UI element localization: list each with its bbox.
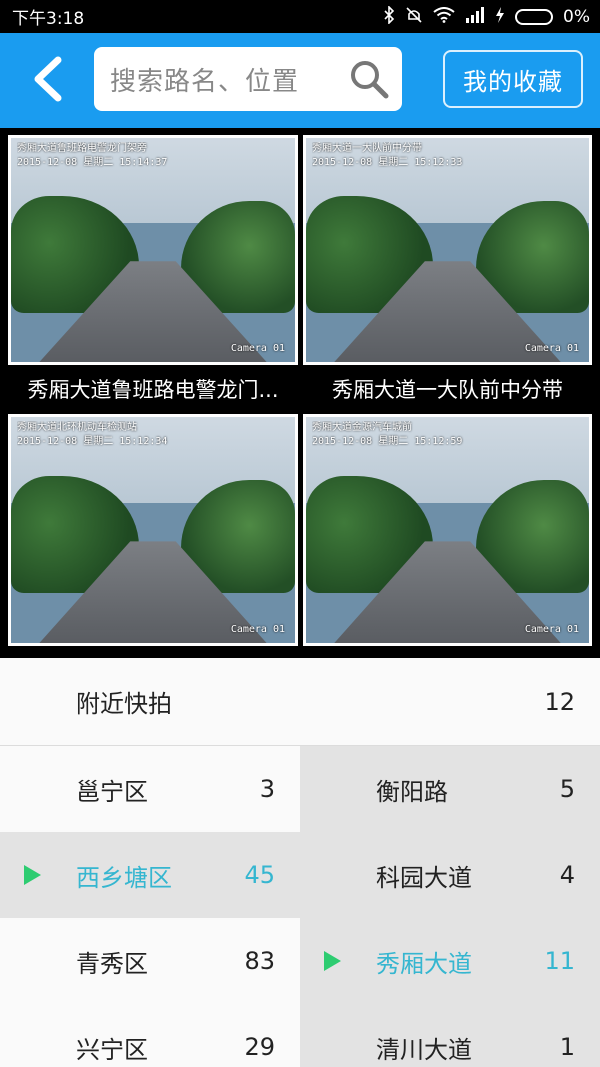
search-placeholder: 搜索路名、位置 (110, 66, 300, 97)
district-count: 3 (259, 775, 275, 803)
camera-id: Camera 01 (230, 624, 285, 635)
search-input[interactable]: 搜索路名、位置 (94, 47, 402, 111)
camera-grid: 秀厢大道鲁班路电警龙门架旁 2015-12-08 星期二 15:14:37 Ca… (0, 128, 600, 658)
silent-icon (405, 6, 423, 28)
camera-timestamp: 秀厢大道北环机动车检测站 2015-12-08 星期二 15:12:34 (17, 422, 168, 447)
district-item[interactable]: 邕宁区 3 (0, 746, 300, 832)
selected-arrow-icon (24, 865, 41, 885)
charging-icon (495, 6, 505, 27)
road-count: 4 (559, 861, 575, 889)
bluetooth-icon (383, 4, 395, 28)
district-item[interactable]: 青秀区 83 (0, 918, 300, 1004)
road-count: 1 (559, 1033, 575, 1061)
road-item[interactable]: 衡阳路 5 (300, 746, 600, 832)
district-count: 45 (244, 861, 275, 889)
camera-timestamp: 秀厢大道鲁班路电警龙门架旁 2015-12-08 星期二 15:14:37 (17, 143, 168, 168)
district-count: 83 (244, 947, 275, 975)
district-item-selected[interactable]: 西乡塘区 45 (0, 832, 300, 918)
camera-id: Camera 01 (524, 624, 579, 635)
road-list: 衡阳路 5 科园大道 4 秀厢大道 11 清川大道 1 (300, 746, 600, 1067)
road-label: 清川大道 (376, 1035, 472, 1064)
road-label: 科园大道 (376, 863, 472, 892)
back-button[interactable] (22, 51, 72, 107)
district-count: 29 (244, 1033, 275, 1061)
road-item[interactable]: 科园大道 4 (300, 832, 600, 918)
camera-thumbnail[interactable]: 秀厢大道一大队前中分带 2015-12-08 星期二 15:12:33 Came… (303, 135, 592, 365)
battery-icon (515, 8, 554, 25)
road-count: 11 (544, 947, 575, 975)
wifi-icon (433, 6, 455, 27)
signal-icon (465, 6, 485, 27)
camera-id: Camera 01 (230, 343, 285, 354)
camera-thumbnail[interactable]: 秀厢大道金源汽车城前 2015-12-08 星期二 15:12:59 Camer… (303, 414, 592, 646)
road-label: 秀厢大道 (376, 949, 472, 978)
camera-title[interactable]: 秀厢大道一大队前中分带 (303, 374, 592, 404)
location-filter: 附近快拍 12 邕宁区 3 西乡塘区 45 青秀区 83 兴宁区 29 衡阳路 … (0, 658, 600, 1067)
district-label: 邕宁区 (76, 777, 148, 806)
favorites-button[interactable]: 我的收藏 (443, 50, 583, 108)
camera-thumbnail[interactable]: 秀厢大道鲁班路电警龙门架旁 2015-12-08 星期二 15:14:37 Ca… (8, 135, 298, 365)
status-icons: 0% (383, 4, 590, 28)
battery-percentage: 0% (563, 6, 590, 27)
status-bar: 下午3:18 0% (0, 0, 600, 33)
district-label: 青秀区 (76, 949, 148, 978)
nearby-label: 附近快拍 (76, 690, 172, 718)
road-item-selected[interactable]: 秀厢大道 11 (300, 918, 600, 1004)
road-count: 5 (559, 775, 575, 803)
district-label: 西乡塘区 (76, 863, 172, 892)
road-item[interactable]: 清川大道 1 (300, 1004, 600, 1067)
district-label: 兴宁区 (76, 1035, 148, 1064)
search-icon[interactable] (348, 58, 390, 100)
road-label: 衡阳路 (376, 777, 448, 806)
nearby-count: 12 (544, 687, 575, 716)
camera-title[interactable]: 秀厢大道鲁班路电警龙门... (8, 374, 298, 404)
selected-arrow-icon (324, 951, 341, 971)
camera-timestamp: 秀厢大道金源汽车城前 2015-12-08 星期二 15:12:59 (312, 422, 463, 447)
camera-thumbnail[interactable]: 秀厢大道北环机动车检测站 2015-12-08 星期二 15:12:34 Cam… (8, 414, 298, 646)
status-time: 下午3:18 (12, 9, 85, 29)
camera-timestamp: 秀厢大道一大队前中分带 2015-12-08 星期二 15:12:33 (312, 143, 463, 168)
app-header: 搜索路名、位置 我的收藏 (0, 33, 600, 128)
camera-id: Camera 01 (524, 343, 579, 354)
nearby-snapshots-row[interactable]: 附近快拍 12 (0, 658, 600, 746)
district-item[interactable]: 兴宁区 29 (0, 1004, 300, 1067)
district-list: 邕宁区 3 西乡塘区 45 青秀区 83 兴宁区 29 (0, 746, 300, 1067)
back-arrow-icon (34, 56, 62, 102)
